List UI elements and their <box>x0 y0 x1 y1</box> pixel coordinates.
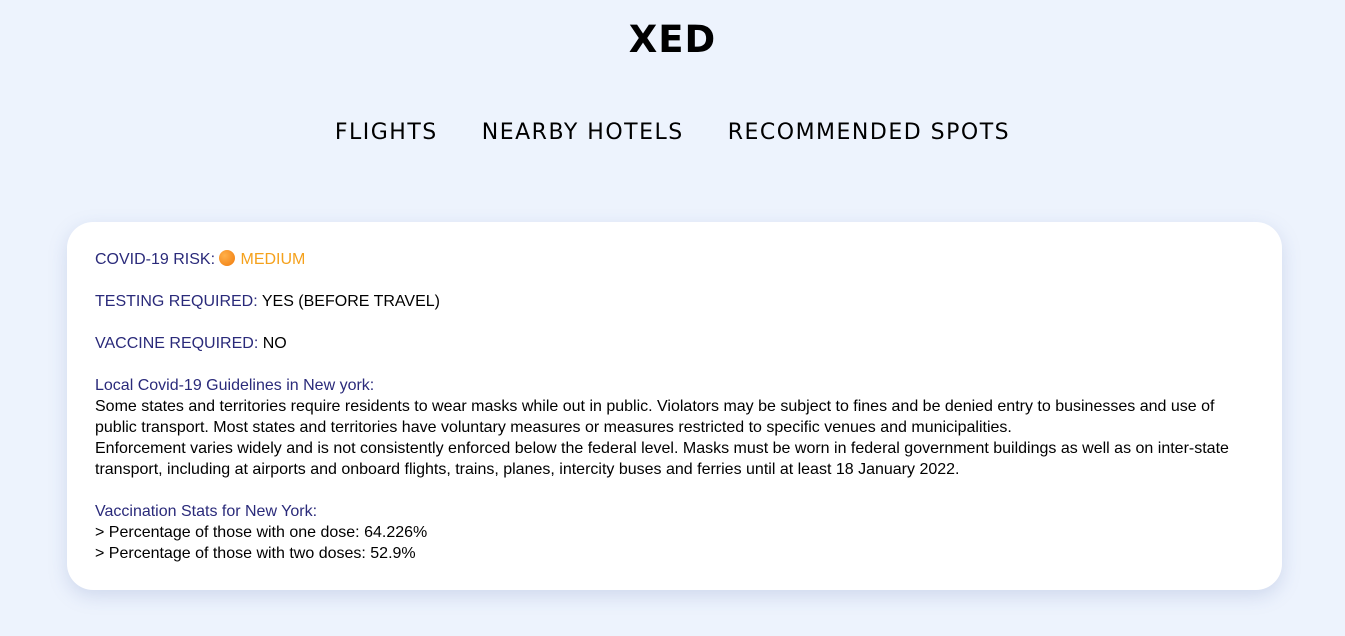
nav-nearby-hotels[interactable]: NEARBY HOTELS <box>482 120 684 145</box>
guidelines-paragraph-1: Some states and territories require resi… <box>95 398 1215 436</box>
orange-circle-icon <box>219 250 236 266</box>
nav-flights[interactable]: FLIGHTS <box>335 120 438 145</box>
vaccine-required-label: VACCINE REQUIRED: <box>95 335 259 352</box>
brand-logo: XED <box>628 18 717 61</box>
stat-one-dose: > Percentage of those with one dose: 64.… <box>95 524 428 541</box>
testing-required-row: TESTING REQUIRED: YES (BEFORE TRAVEL) <box>95 291 1254 312</box>
vaccination-stats: Vaccination Stats for New York: > Percen… <box>95 501 1254 564</box>
vaccine-required-row: VACCINE REQUIRED: NO <box>95 333 1254 354</box>
covid-risk-row: COVID-19 RISK: MEDIUM <box>95 249 1254 270</box>
stat-two-doses: > Percentage of those with two doses: 52… <box>95 545 416 562</box>
testing-required-label: TESTING REQUIRED: <box>95 293 258 310</box>
covid-risk-value: MEDIUM <box>240 251 306 268</box>
local-guidelines: Local Covid-19 Guidelines in New york: S… <box>95 375 1254 480</box>
covid-risk-label: COVID-19 RISK: <box>95 251 216 268</box>
guidelines-paragraph-2: Enforcement varies widely and is not con… <box>95 440 1229 478</box>
guidelines-title: Local Covid-19 Guidelines in New york: <box>95 377 375 394</box>
stats-title: Vaccination Stats for New York: <box>95 503 318 520</box>
vaccine-required-value: NO <box>262 335 287 352</box>
covid-info-card: COVID-19 RISK: MEDIUM TESTING REQUIRED: … <box>67 222 1282 590</box>
nav-recommended-spots[interactable]: RECOMMENDED SPOTS <box>728 120 1010 145</box>
main-nav: FLIGHTS NEARBY HOTELS RECOMMENDED SPOTS <box>0 120 1345 145</box>
testing-required-value: YES (BEFORE TRAVEL) <box>261 293 440 310</box>
